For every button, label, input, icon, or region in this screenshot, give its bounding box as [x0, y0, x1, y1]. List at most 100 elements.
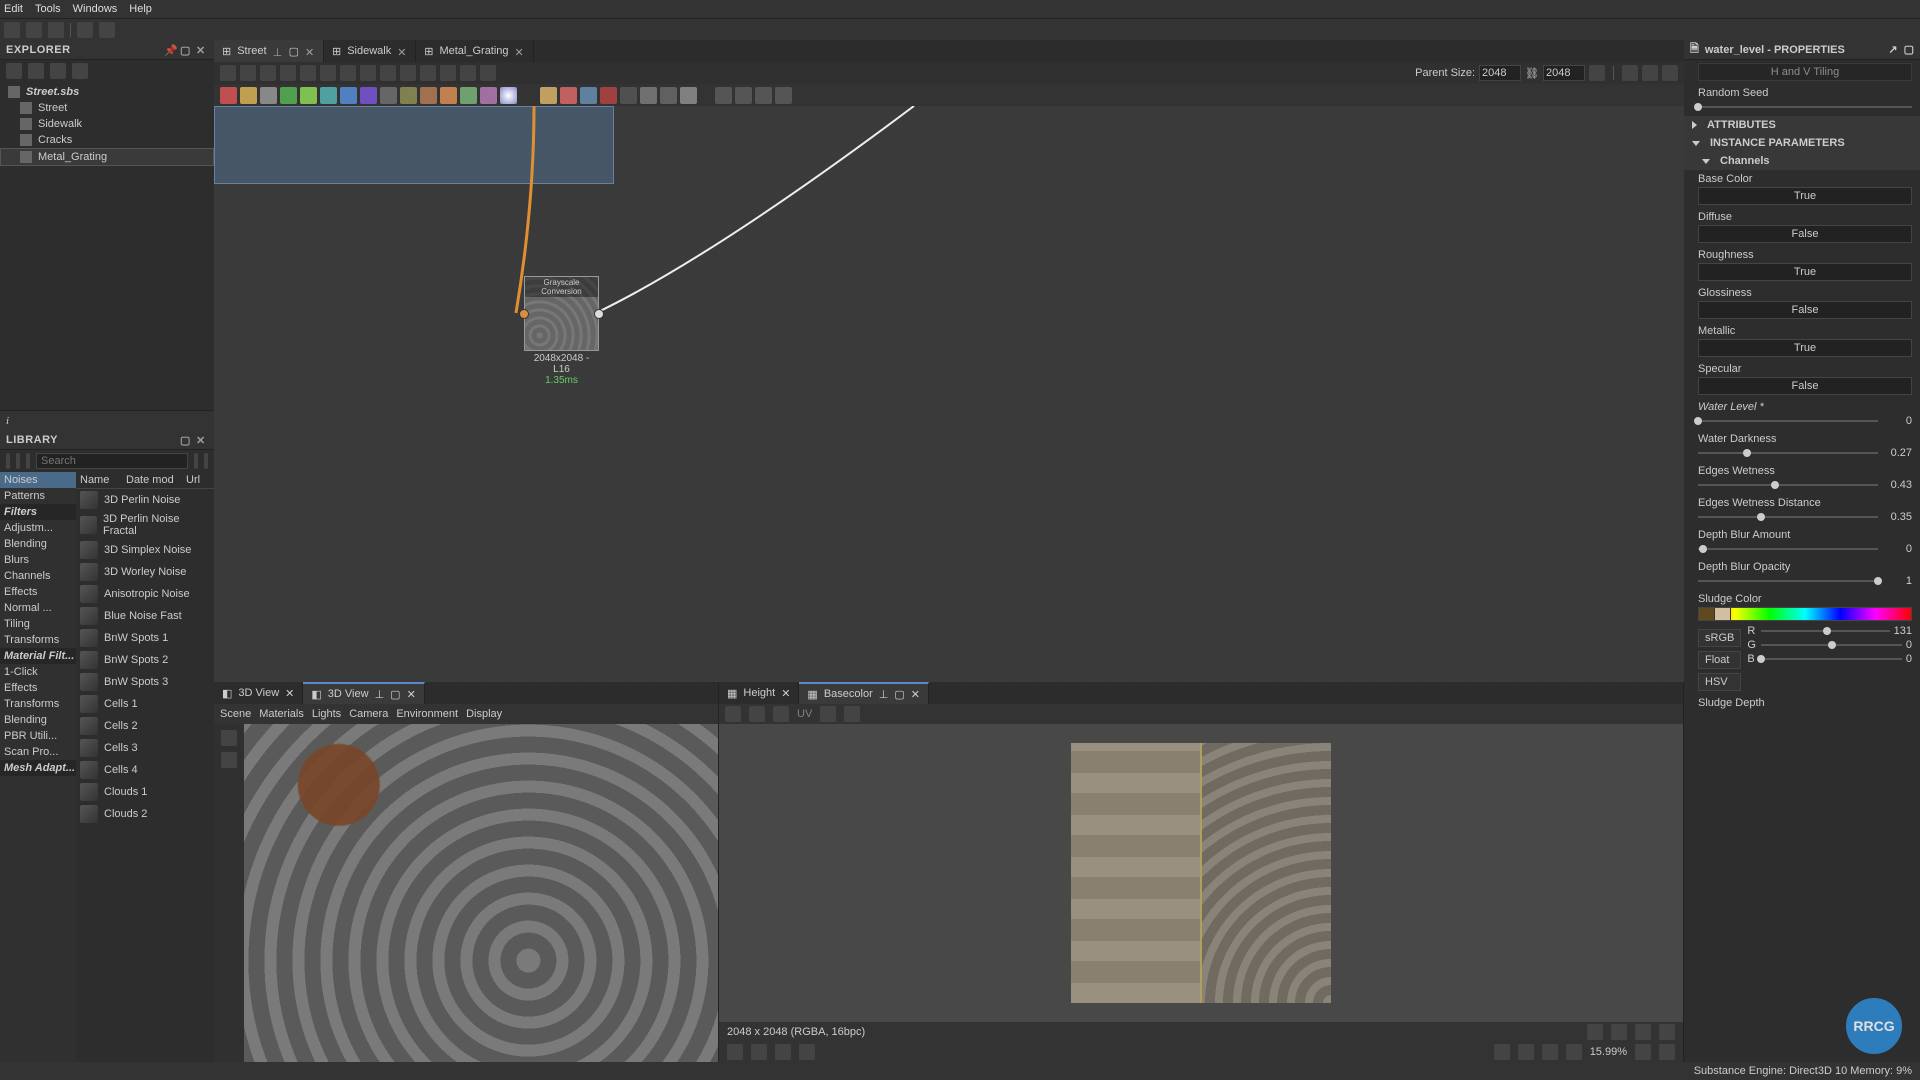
- node-type-icon[interactable]: [500, 87, 517, 104]
- close-icon[interactable]: ✕: [305, 46, 315, 56]
- lib-cat[interactable]: 1-Click: [0, 664, 76, 680]
- tool-icon[interactable]: [340, 65, 356, 81]
- checker-icon[interactable]: [1635, 1024, 1651, 1040]
- node-type-icon[interactable]: [640, 87, 657, 104]
- list-item[interactable]: Anisotropic Noise: [76, 583, 214, 605]
- camera-icon[interactable]: [221, 730, 237, 746]
- close-icon[interactable]: ✕: [911, 688, 920, 701]
- list-item[interactable]: 3D Worley Noise: [76, 561, 214, 583]
- water-darkness-slider[interactable]: 0.27: [1698, 447, 1912, 459]
- maximize-icon[interactable]: ▢: [289, 45, 299, 58]
- home-icon[interactable]: [6, 453, 10, 469]
- save-icon[interactable]: [26, 453, 30, 469]
- parent-height[interactable]: [1543, 65, 1585, 81]
- lib-cat[interactable]: Blending: [0, 712, 76, 728]
- lib-cat-noises[interactable]: Noises: [0, 472, 76, 488]
- list-item[interactable]: BnW Spots 1: [76, 627, 214, 649]
- lib-cat[interactable]: Normal ...: [0, 600, 76, 616]
- lock-icon[interactable]: [1659, 1044, 1675, 1060]
- copy-icon[interactable]: [773, 706, 789, 722]
- sync-icon[interactable]: [72, 63, 88, 79]
- view2d-viewport[interactable]: [719, 724, 1683, 1022]
- tool-icon[interactable]: [400, 65, 416, 81]
- pin-icon[interactable]: ⊥: [879, 688, 889, 701]
- grid-icon[interactable]: [1611, 1024, 1627, 1040]
- tool-icon[interactable]: [360, 65, 376, 81]
- pin-icon[interactable]: ↗: [1888, 43, 1897, 56]
- tab-sidewalk[interactable]: ⊞ Sidewalk ✕: [324, 40, 416, 62]
- menu-scene[interactable]: Scene: [220, 708, 251, 720]
- node-input-port[interactable]: [519, 309, 529, 319]
- redo-icon[interactable]: [99, 22, 115, 38]
- edges-wetness-slider[interactable]: 0.43: [1698, 479, 1912, 491]
- list-item[interactable]: BnW Spots 2: [76, 649, 214, 671]
- histogram-icon[interactable]: [844, 706, 860, 722]
- b-slider[interactable]: [1761, 653, 1902, 665]
- menu-edit[interactable]: Edit: [4, 3, 23, 15]
- tree-item-cracks[interactable]: Cracks: [0, 132, 214, 148]
- list-item[interactable]: Clouds 2: [76, 803, 214, 825]
- depth-blur-amt-slider[interactable]: 0: [1698, 543, 1912, 555]
- tab-3dview-1[interactable]: ◧ 3D View ✕: [214, 682, 303, 704]
- maximize-icon[interactable]: ▢: [180, 44, 192, 56]
- tool-icon[interactable]: [1622, 65, 1638, 81]
- roughness-value[interactable]: True: [1698, 263, 1912, 281]
- node-type-icon[interactable]: [440, 87, 457, 104]
- node-type-icon[interactable]: [600, 87, 617, 104]
- node-grayscale-conversion[interactable]: Grayscale Conversion 2048x2048 - L16 1.3…: [524, 276, 599, 386]
- lib-cat[interactable]: Effects: [0, 680, 76, 696]
- lib-cat[interactable]: Tiling: [0, 616, 76, 632]
- attributes-group[interactable]: ATTRIBUTES: [1684, 116, 1920, 134]
- depth-blur-op-slider[interactable]: 1: [1698, 575, 1912, 587]
- tab-street[interactable]: ⊞ Street ⊥ ▢ ✕: [214, 40, 324, 62]
- refresh-icon[interactable]: [1589, 65, 1605, 81]
- node-type-icon[interactable]: [715, 87, 732, 104]
- hsv-tab[interactable]: HSV: [1698, 673, 1741, 691]
- node-type-icon[interactable]: [340, 87, 357, 104]
- node-type-icon[interactable]: [360, 87, 377, 104]
- close-icon[interactable]: ✕: [515, 46, 525, 56]
- tool-icon[interactable]: [420, 65, 436, 81]
- diffuse-value[interactable]: False: [1698, 225, 1912, 243]
- tool-icon[interactable]: [751, 1044, 767, 1060]
- lib-cat[interactable]: Transforms: [0, 632, 76, 648]
- tool-icon[interactable]: [480, 65, 496, 81]
- edit-icon[interactable]: [16, 453, 20, 469]
- close-icon[interactable]: ✕: [285, 687, 294, 700]
- menu-tools[interactable]: Tools: [35, 3, 61, 15]
- node-type-icon[interactable]: [400, 87, 417, 104]
- lib-cat-patterns[interactable]: Patterns: [0, 488, 76, 504]
- tab-metal-grating[interactable]: ⊞ Metal_Grating ✕: [416, 40, 533, 62]
- basecolor-value[interactable]: True: [1698, 187, 1912, 205]
- node-type-icon[interactable]: [420, 87, 437, 104]
- tool-icon[interactable]: [240, 65, 256, 81]
- color-swatch[interactable]: [1699, 608, 1715, 620]
- tool-icon[interactable]: [799, 1044, 815, 1060]
- random-seed-slider[interactable]: [1698, 101, 1912, 113]
- list-item[interactable]: Blue Noise Fast: [76, 605, 214, 627]
- node-output-port[interactable]: [594, 309, 604, 319]
- camera-icon[interactable]: [260, 65, 276, 81]
- pin-icon[interactable]: ⊥: [375, 688, 385, 701]
- tree-item-sidewalk[interactable]: Sidewalk: [0, 116, 214, 132]
- node-type-icon[interactable]: [220, 87, 237, 104]
- node-type-icon[interactable]: [520, 87, 537, 104]
- parent-width[interactable]: [1479, 65, 1521, 81]
- library-search[interactable]: [36, 453, 188, 469]
- float-tab[interactable]: Float: [1698, 651, 1741, 669]
- lib-cat[interactable]: Channels: [0, 568, 76, 584]
- zoom-icon[interactable]: [300, 65, 316, 81]
- list-item[interactable]: 3D Simplex Noise: [76, 539, 214, 561]
- node-type-icon[interactable]: [380, 87, 397, 104]
- new-icon[interactable]: [4, 22, 20, 38]
- list-item[interactable]: BnW Spots 3: [76, 671, 214, 693]
- tool-icon[interactable]: [460, 65, 476, 81]
- node-type-icon[interactable]: [540, 87, 557, 104]
- water-level-slider[interactable]: 0: [1698, 415, 1912, 427]
- maximize-icon[interactable]: ▢: [894, 688, 904, 701]
- tool-icon[interactable]: [220, 65, 236, 81]
- lib-cat[interactable]: PBR Utili...: [0, 728, 76, 744]
- tool-icon[interactable]: [380, 65, 396, 81]
- list-item[interactable]: Cells 2: [76, 715, 214, 737]
- refresh-icon[interactable]: [6, 63, 22, 79]
